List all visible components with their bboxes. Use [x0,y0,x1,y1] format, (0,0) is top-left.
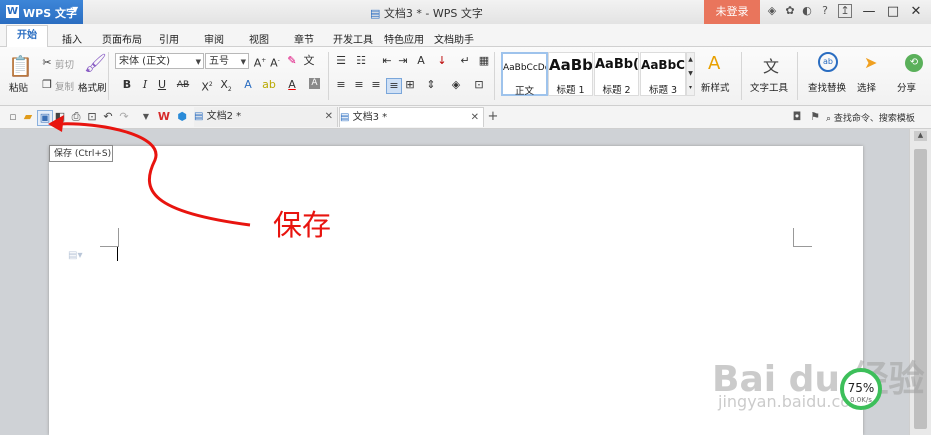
speed-percent: 75% [847,381,875,395]
speed-badge: 75% 0.0K/s [840,368,882,410]
arrow-curve [57,122,251,227]
arrow-head [48,115,64,132]
speed-unit: 0.0K/s [850,396,872,404]
save-callout: 保存 [273,208,332,242]
